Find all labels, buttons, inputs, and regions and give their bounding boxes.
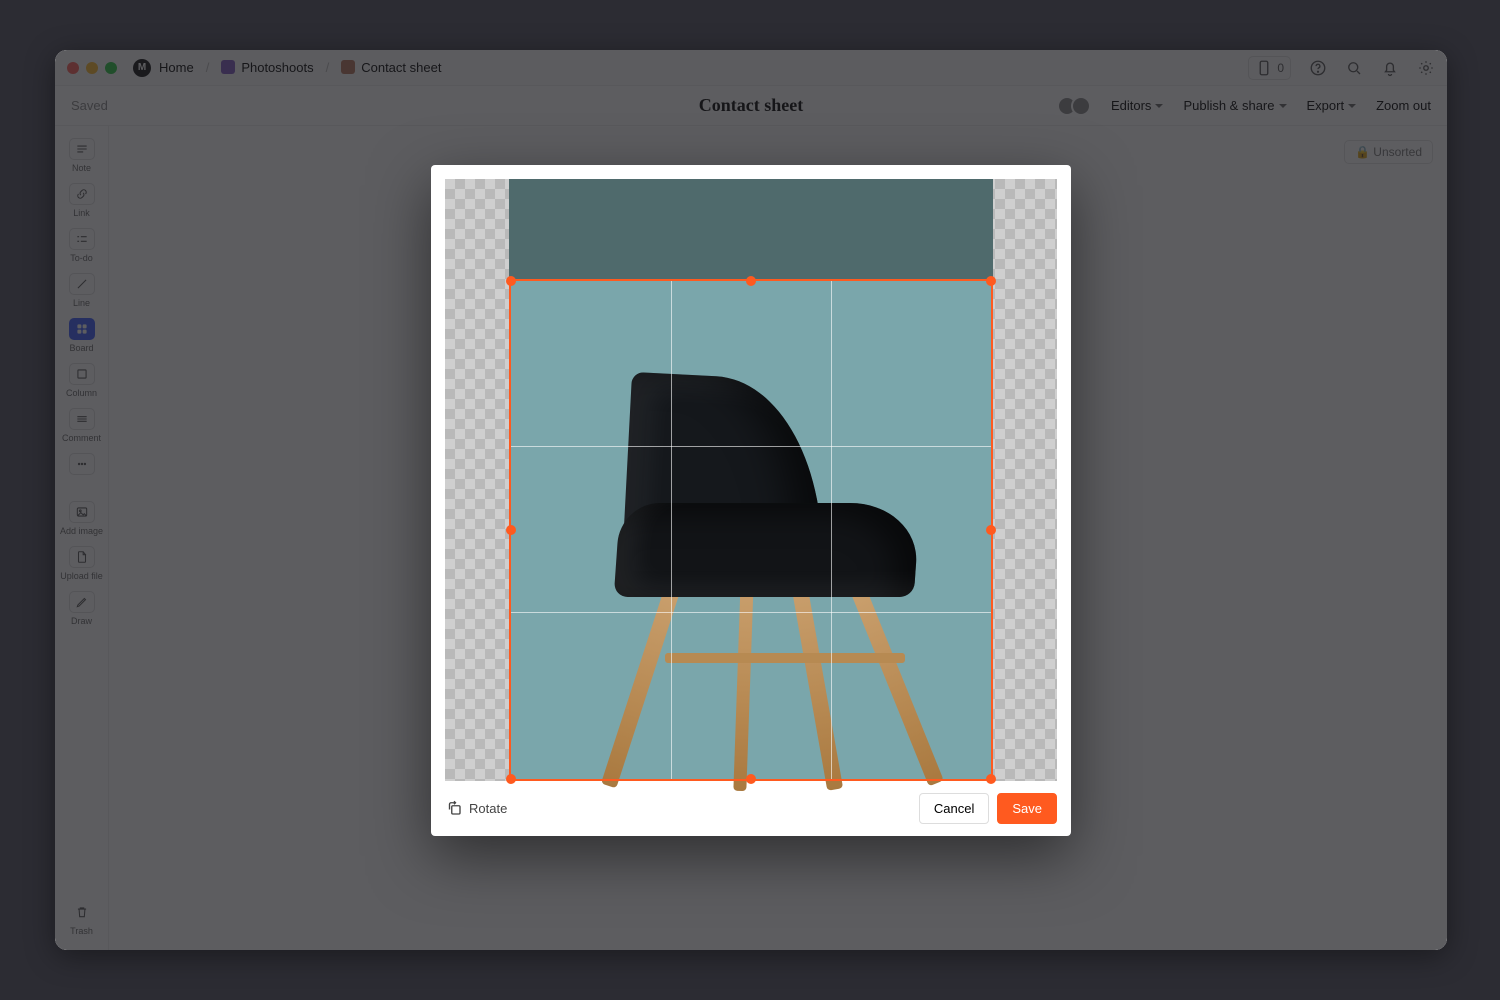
crop-handle-tl[interactable] <box>506 276 516 286</box>
crop-rectangle[interactable] <box>509 279 993 781</box>
crop-handle-tm[interactable] <box>746 276 756 286</box>
crop-handle-mr[interactable] <box>986 525 996 535</box>
crop-handle-br[interactable] <box>986 774 996 784</box>
crop-handle-ml[interactable] <box>506 525 516 535</box>
modal-scrim[interactable]: Rotate Cancel Save <box>55 50 1447 950</box>
save-button[interactable]: Save <box>997 793 1057 824</box>
cancel-button[interactable]: Cancel <box>919 793 989 824</box>
crop-modal: Rotate Cancel Save <box>431 165 1071 836</box>
rotate-button[interactable]: Rotate <box>445 799 507 817</box>
rotate-icon <box>445 799 463 817</box>
crop-handle-bl[interactable] <box>506 774 516 784</box>
app-window: M Home / Photoshoots / Contact sheet 0 S… <box>55 50 1447 950</box>
crop-handle-bm[interactable] <box>746 774 756 784</box>
crop-handle-tr[interactable] <box>986 276 996 286</box>
crop-canvas[interactable] <box>445 179 1057 781</box>
